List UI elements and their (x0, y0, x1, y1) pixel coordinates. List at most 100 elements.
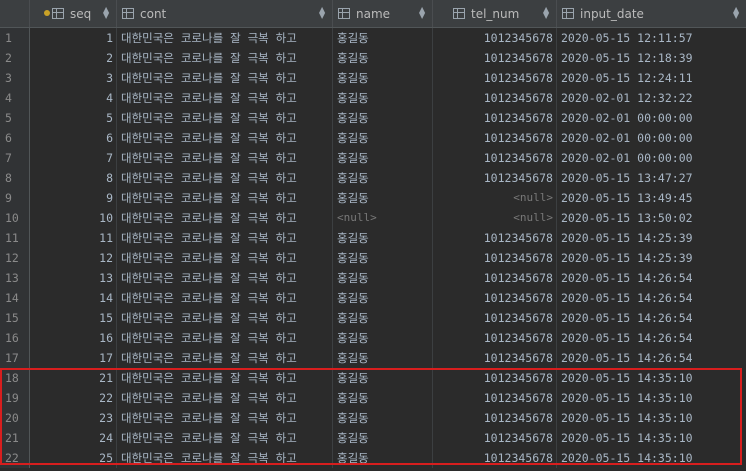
cell-input-date[interactable]: 2020-05-15 14:25:39 (557, 228, 746, 248)
cell-input-date[interactable]: 2020-05-15 14:35:10 (557, 448, 746, 468)
cell-input-date[interactable]: 2020-05-15 13:47:27 (557, 168, 746, 188)
column-header-name[interactable]: name ▲ ▼ (333, 0, 433, 27)
cell-tel-num[interactable]: 1012345678 (433, 68, 557, 88)
cell-cont[interactable]: 대한민국은 코로나를 잘 극복 하고 (117, 368, 333, 388)
cell-name[interactable]: 홍길동 (333, 308, 433, 328)
cell-input-date[interactable]: 2020-02-01 00:00:00 (557, 108, 746, 128)
cell-seq[interactable]: 4 (30, 88, 117, 108)
cell-input-date[interactable]: 2020-05-15 12:11:57 (557, 28, 746, 48)
table-row[interactable]: 22 25 대한민국은 코로나를 잘 극복 하고 홍길동 1012345678 2020-… (0, 448, 746, 468)
cell-input-date[interactable]: 2020-05-15 12:24:11 (557, 68, 746, 88)
cell-input-date[interactable]: 2020-05-15 14:26:54 (557, 288, 746, 308)
cell-cont[interactable]: 대한민국은 코로나를 잘 극복 하고 (117, 228, 333, 248)
cell-name[interactable]: 홍길동 (333, 248, 433, 268)
sort-icon[interactable]: ▲ ▼ (319, 6, 325, 20)
cell-name[interactable]: 홍길동 (333, 448, 433, 468)
cell-cont[interactable]: 대한민국은 코로나를 잘 극복 하고 (117, 268, 333, 288)
cell-tel-num[interactable]: 1012345678 (433, 308, 557, 328)
table-row[interactable]: 10 10 대한민국은 코로나를 잘 극복 하고 <null> <null> 2020-0… (0, 208, 746, 228)
cell-name[interactable]: 홍길동 (333, 408, 433, 428)
cell-seq[interactable]: 24 (30, 428, 117, 448)
cell-seq[interactable]: 5 (30, 108, 117, 128)
table-row[interactable]: 20 23 대한민국은 코로나를 잘 극복 하고 홍길동 1012345678 2020-… (0, 408, 746, 428)
table-row[interactable]: 1 1 대한민국은 코로나를 잘 극복 하고 홍길동 1012345678 2020-05… (0, 28, 746, 48)
cell-seq[interactable]: 10 (30, 208, 117, 228)
cell-tel-num[interactable]: 1012345678 (433, 428, 557, 448)
cell-name[interactable]: 홍길동 (333, 148, 433, 168)
column-header-tel-num[interactable]: tel_num ▲ ▼ (433, 0, 557, 27)
sort-icon[interactable]: ▲ ▼ (543, 6, 549, 20)
cell-input-date[interactable]: 2020-02-01 00:00:00 (557, 148, 746, 168)
cell-seq[interactable]: 8 (30, 168, 117, 188)
cell-tel-num[interactable]: 1012345678 (433, 128, 557, 148)
cell-cont[interactable]: 대한민국은 코로나를 잘 극복 하고 (117, 148, 333, 168)
cell-name[interactable]: 홍길동 (333, 228, 433, 248)
cell-seq[interactable]: 7 (30, 148, 117, 168)
cell-tel-num[interactable]: 1012345678 (433, 48, 557, 68)
cell-input-date[interactable]: 2020-05-15 14:26:54 (557, 348, 746, 368)
cell-tel-num[interactable]: 1012345678 (433, 368, 557, 388)
cell-cont[interactable]: 대한민국은 코로나를 잘 극복 하고 (117, 348, 333, 368)
cell-input-date[interactable]: 2020-05-15 14:35:10 (557, 408, 746, 428)
cell-seq[interactable]: 21 (30, 368, 117, 388)
cell-seq[interactable]: 22 (30, 388, 117, 408)
cell-seq[interactable]: 1 (30, 28, 117, 48)
table-row[interactable]: 2 2 대한민국은 코로나를 잘 극복 하고 홍길동 1012345678 2020-05… (0, 48, 746, 68)
table-row[interactable]: 6 6 대한민국은 코로나를 잘 극복 하고 홍길동 1012345678 2020-02… (0, 128, 746, 148)
cell-cont[interactable]: 대한민국은 코로나를 잘 극복 하고 (117, 28, 333, 48)
cell-seq[interactable]: 13 (30, 268, 117, 288)
cell-input-date[interactable]: 2020-05-15 14:35:10 (557, 388, 746, 408)
cell-cont[interactable]: 대한민국은 코로나를 잘 극복 하고 (117, 48, 333, 68)
cell-input-date[interactable]: 2020-05-15 12:18:39 (557, 48, 746, 68)
cell-name[interactable]: 홍길동 (333, 128, 433, 148)
cell-name[interactable]: <null> (333, 208, 433, 228)
table-row[interactable]: 4 4 대한민국은 코로나를 잘 극복 하고 홍길동 1012345678 2020-02… (0, 88, 746, 108)
cell-cont[interactable]: 대한민국은 코로나를 잘 극복 하고 (117, 448, 333, 468)
column-header-seq[interactable]: seq ▲ ▼ (30, 0, 117, 27)
cell-input-date[interactable]: 2020-05-15 14:35:10 (557, 428, 746, 448)
cell-tel-num[interactable]: 1012345678 (433, 328, 557, 348)
cell-seq[interactable]: 9 (30, 188, 117, 208)
cell-tel-num[interactable]: 1012345678 (433, 268, 557, 288)
cell-cont[interactable]: 대한민국은 코로나를 잘 극복 하고 (117, 108, 333, 128)
cell-seq[interactable]: 12 (30, 248, 117, 268)
cell-name[interactable]: 홍길동 (333, 108, 433, 128)
cell-seq[interactable]: 23 (30, 408, 117, 428)
cell-cont[interactable]: 대한민국은 코로나를 잘 극복 하고 (117, 328, 333, 348)
cell-name[interactable]: 홍길동 (333, 168, 433, 188)
table-row[interactable]: 11 11 대한민국은 코로나를 잘 극복 하고 홍길동 1012345678 2020-… (0, 228, 746, 248)
cell-input-date[interactable]: 2020-05-15 13:49:45 (557, 188, 746, 208)
cell-name[interactable]: 홍길동 (333, 188, 433, 208)
cell-name[interactable]: 홍길동 (333, 348, 433, 368)
cell-input-date[interactable]: 2020-02-01 12:32:22 (557, 88, 746, 108)
cell-tel-num[interactable]: 1012345678 (433, 408, 557, 428)
cell-tel-num[interactable]: 1012345678 (433, 288, 557, 308)
cell-tel-num[interactable]: 1012345678 (433, 28, 557, 48)
column-header-cont[interactable]: cont ▲ ▼ (117, 0, 333, 27)
cell-tel-num[interactable]: 1012345678 (433, 88, 557, 108)
table-row[interactable]: 13 13 대한민국은 코로나를 잘 극복 하고 홍길동 1012345678 2020-… (0, 268, 746, 288)
cell-name[interactable]: 홍길동 (333, 388, 433, 408)
cell-tel-num[interactable]: 1012345678 (433, 168, 557, 188)
sort-icon[interactable]: ▲ ▼ (103, 6, 109, 20)
table-row[interactable]: 16 16 대한민국은 코로나를 잘 극복 하고 홍길동 1012345678 2020-… (0, 328, 746, 348)
table-row[interactable]: 15 15 대한민국은 코로나를 잘 극복 하고 홍길동 1012345678 2020-… (0, 308, 746, 328)
cell-cont[interactable]: 대한민국은 코로나를 잘 극복 하고 (117, 168, 333, 188)
column-header-input-date[interactable]: input_date ▲ ▼ (557, 0, 746, 27)
cell-tel-num[interactable]: 1012345678 (433, 228, 557, 248)
cell-tel-num[interactable]: <null> (433, 188, 557, 208)
table-row[interactable]: 17 17 대한민국은 코로나를 잘 극복 하고 홍길동 1012345678 2020-… (0, 348, 746, 368)
cell-cont[interactable]: 대한민국은 코로나를 잘 극복 하고 (117, 408, 333, 428)
cell-cont[interactable]: 대한민국은 코로나를 잘 극복 하고 (117, 68, 333, 88)
cell-input-date[interactable]: 2020-05-15 14:26:54 (557, 308, 746, 328)
cell-seq[interactable]: 6 (30, 128, 117, 148)
cell-name[interactable]: 홍길동 (333, 328, 433, 348)
cell-tel-num[interactable]: 1012345678 (433, 248, 557, 268)
cell-input-date[interactable]: 2020-05-15 13:50:02 (557, 208, 746, 228)
cell-seq[interactable]: 17 (30, 348, 117, 368)
cell-cont[interactable]: 대한민국은 코로나를 잘 극복 하고 (117, 288, 333, 308)
cell-tel-num[interactable]: 1012345678 (433, 108, 557, 128)
table-row[interactable]: 21 24 대한민국은 코로나를 잘 극복 하고 홍길동 1012345678 2020-… (0, 428, 746, 448)
cell-tel-num[interactable]: 1012345678 (433, 448, 557, 468)
cell-cont[interactable]: 대한민국은 코로나를 잘 극복 하고 (117, 188, 333, 208)
